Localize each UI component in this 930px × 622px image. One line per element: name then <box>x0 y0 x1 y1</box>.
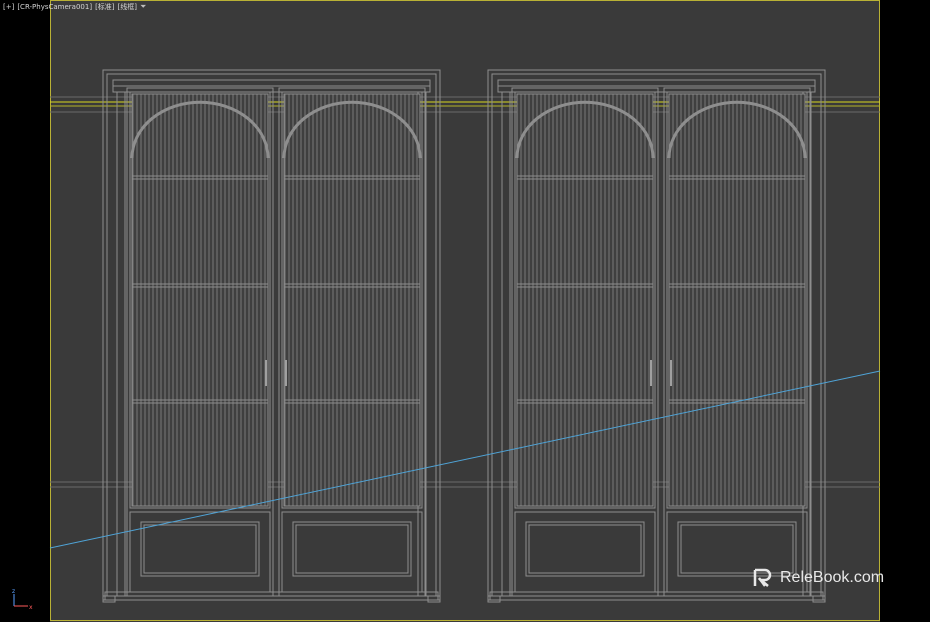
door-handle <box>265 360 267 386</box>
door-slat-panel <box>131 93 269 507</box>
door-slat-panel <box>668 93 806 507</box>
watermark: RelеBook.com <box>752 568 884 588</box>
viewport-menu-plus[interactable]: [+] <box>3 3 14 11</box>
axis-gizmo-icon: z x <box>12 588 33 611</box>
door-slat-panel <box>283 93 421 507</box>
door-handle <box>285 360 287 386</box>
door-handle <box>670 360 672 386</box>
viewport-shading-mode[interactable]: [标准] <box>95 2 114 12</box>
axis-label-z: z <box>12 588 15 595</box>
relebook-logo-icon <box>753 568 772 587</box>
viewport-label[interactable]: [+] [CR-PhysCamera001] [标准] [线框] ⏷ <box>3 2 146 12</box>
door-handle <box>650 360 652 386</box>
viewport-display-mode[interactable]: [线框] <box>118 2 137 12</box>
wireframe-scene[interactable] <box>0 0 930 622</box>
viewport[interactable]: [+] [CR-PhysCamera001] [标准] [线框] ⏷ z x R… <box>0 0 930 622</box>
watermark-text: RelеBook.com <box>780 569 885 586</box>
funnel-icon[interactable]: ⏷ <box>140 2 146 12</box>
axis-label-x: x <box>29 604 33 611</box>
viewport-camera-name[interactable]: [CR-PhysCamera001] <box>17 3 92 11</box>
